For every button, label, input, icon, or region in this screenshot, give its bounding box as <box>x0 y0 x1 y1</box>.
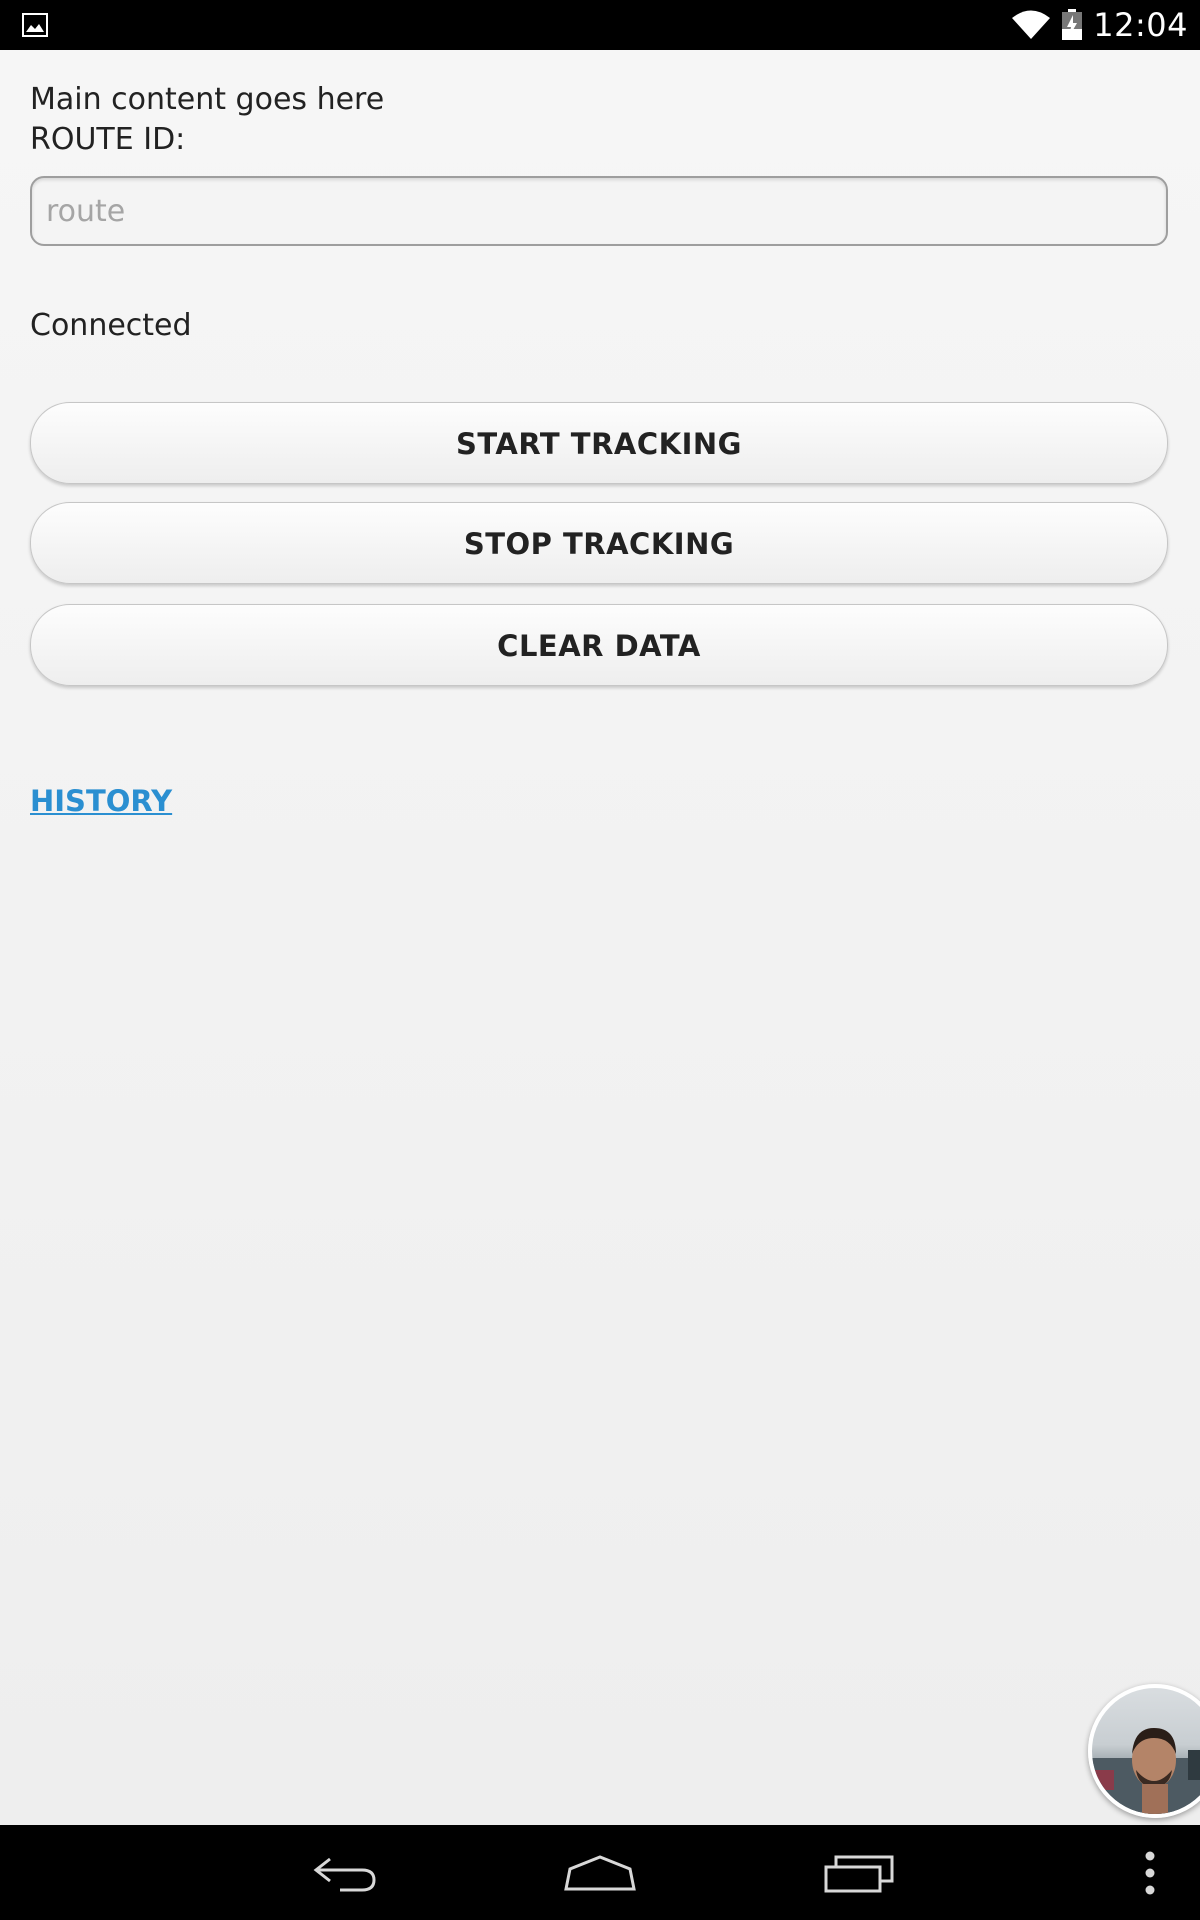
status-icons: 12:04 <box>1011 0 1188 50</box>
battery-charging-icon <box>1061 9 1083 41</box>
route-id-input[interactable] <box>30 176 1168 246</box>
content-label: Main content goes here <box>30 82 385 117</box>
stop-tracking-button[interactable]: STOP TRACKING <box>30 502 1168 584</box>
clear-data-button[interactable]: CLEAR DATA <box>30 604 1168 686</box>
image-notification-icon <box>22 13 48 37</box>
main-content: Main content goes here ROUTE ID: Connect… <box>0 50 1200 1825</box>
recents-icon[interactable] <box>805 1825 915 1920</box>
route-id-label: ROUTE ID: <box>30 122 186 157</box>
connection-status: Connected <box>30 308 192 343</box>
clock: 12:04 <box>1093 6 1188 44</box>
wifi-icon <box>1011 9 1051 41</box>
overflow-menu-icon[interactable] <box>1125 1825 1175 1920</box>
back-icon[interactable] <box>290 1825 400 1920</box>
status-bar: 12:04 <box>0 0 1200 50</box>
start-tracking-button[interactable]: START TRACKING <box>30 402 1168 484</box>
home-icon[interactable] <box>545 1825 655 1920</box>
history-link[interactable]: HISTORY <box>30 784 172 818</box>
navigation-bar <box>0 1825 1200 1920</box>
